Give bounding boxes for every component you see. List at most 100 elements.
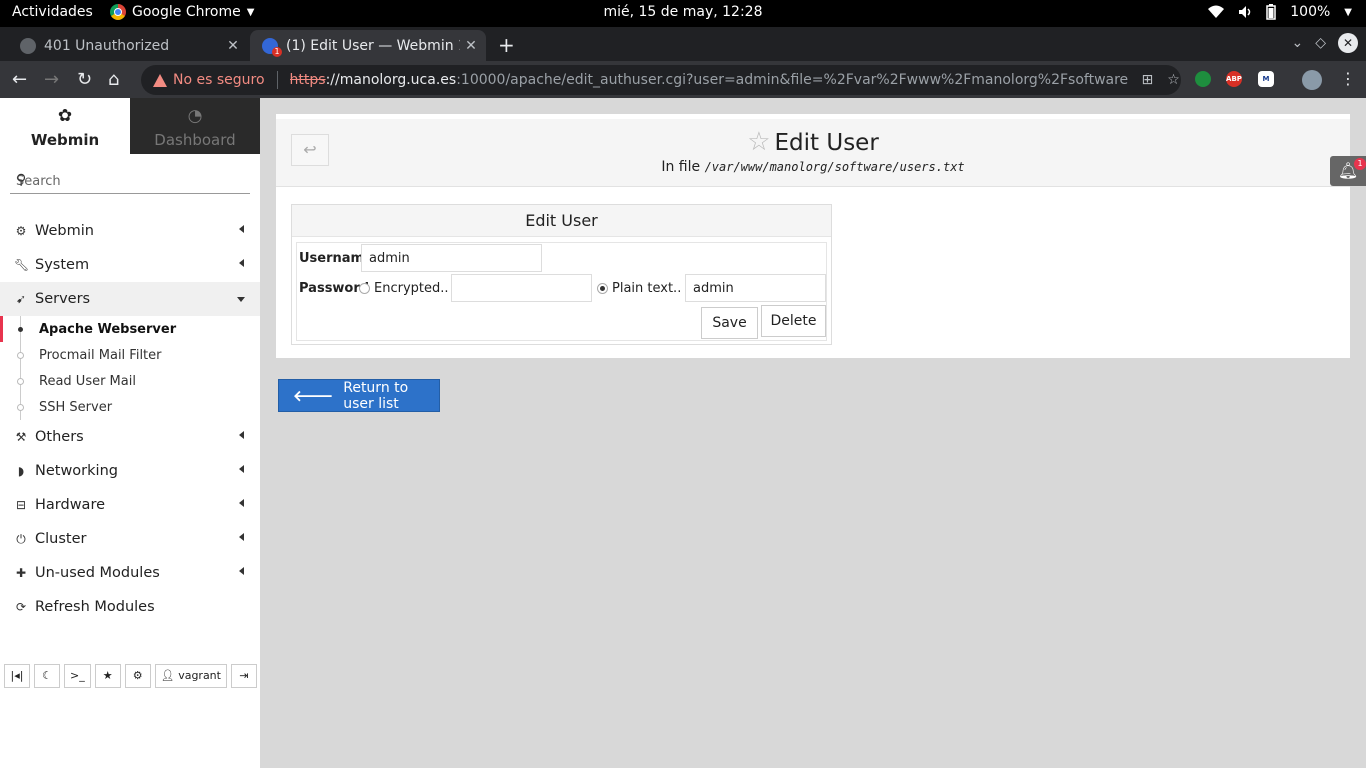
logout-icon[interactable]: ⇥: [230, 664, 257, 688]
night-mode-icon[interactable]: ☾: [34, 664, 60, 688]
page-subtitle: In file /var/www/manolorg/software/users…: [276, 159, 1350, 175]
edit-user-form: Edit User Username admin Password Encryp…: [291, 204, 832, 345]
tab-edit-user[interactable]: (1) Edit User — Webmin 1 ✕: [250, 30, 486, 61]
gear-icon: ⚙: [15, 224, 27, 238]
caret-left-icon: [239, 465, 244, 473]
sidebar-subitem-apache-webserver[interactable]: Apache Webserver: [0, 316, 260, 342]
rocket-icon: ➹: [15, 292, 27, 306]
close-tab-icon[interactable]: ✕: [460, 38, 482, 54]
file-prefix: In file: [661, 159, 701, 175]
search-input[interactable]: Search ⚲: [10, 170, 250, 194]
extension-m-icon[interactable]: M: [1258, 71, 1274, 87]
bookmark-star-icon[interactable]: ☆: [1167, 72, 1180, 88]
tab-label: Dashboard: [154, 131, 236, 149]
close-tab-icon[interactable]: ✕: [222, 38, 244, 54]
sidebar-menu: ⚙ Webmin 🔧︎ System ➹ Servers Apache Webs…: [0, 214, 260, 624]
tab-search-icon[interactable]: ⌄: [1291, 35, 1303, 51]
user-icon: 👤︎: [160, 669, 175, 682]
plain-password-input[interactable]: admin: [685, 274, 826, 302]
translate-icon[interactable]: ⊞: [1142, 72, 1154, 88]
delete-button[interactable]: Delete: [761, 305, 826, 337]
sidebar-item-label: Webmin: [35, 223, 94, 239]
search-icon[interactable]: ⚲: [16, 172, 246, 188]
profile-avatar[interactable]: [1302, 70, 1322, 90]
security-warning[interactable]: No es seguro: [153, 72, 265, 88]
favorites-star-icon[interactable]: ★: [94, 664, 121, 688]
favorite-star-icon[interactable]: ☆: [747, 127, 770, 157]
activities-button[interactable]: Actividades: [12, 4, 93, 20]
new-tab-button[interactable]: +: [498, 33, 515, 57]
caret-left-icon: [239, 431, 244, 439]
arrow-left-icon: 🡐: [293, 387, 334, 405]
adblock-icon[interactable]: ABP: [1226, 71, 1242, 87]
save-button[interactable]: Save: [701, 307, 758, 339]
subitem-label: Procmail Mail Filter: [39, 347, 162, 363]
system-top-bar: Actividades Google Chrome ▼ mié, 15 de m…: [0, 0, 1366, 27]
system-tray[interactable]: 100% ▼: [1208, 4, 1352, 20]
webmin-favicon-icon: [262, 37, 282, 57]
notifications-button[interactable]: 🔔︎ 1: [1330, 156, 1366, 186]
more-menu-icon[interactable]: ⋮: [1340, 69, 1356, 88]
window-close-button[interactable]: ✕: [1338, 33, 1358, 53]
username-input[interactable]: admin: [361, 244, 542, 272]
sidebar-subitem-procmail[interactable]: Procmail Mail Filter: [0, 342, 260, 368]
tab-401-unauthorized[interactable]: 401 Unauthorized ✕: [8, 30, 248, 61]
webmin-sidebar: ✿ Webmin ◔ Dashboard Search ⚲ ⚙ Webmin 🔧…: [0, 98, 260, 768]
form-heading: Edit User: [292, 205, 831, 237]
sidebar-subitem-read-user-mail[interactable]: Read User Mail: [0, 368, 260, 394]
app-menu[interactable]: Google Chrome ▼: [110, 4, 254, 20]
sidebar-tabs: ✿ Webmin ◔ Dashboard: [0, 98, 260, 154]
username-label: vagrant: [178, 669, 221, 682]
reload-icon[interactable]: ↻: [77, 69, 92, 90]
return-to-user-list-button[interactable]: 🡐 Return to user list: [278, 379, 440, 412]
home-icon[interactable]: ⌂: [108, 69, 119, 90]
url-path: :10000/apache/edit_authuser.cgi?user=adm…: [456, 72, 1128, 88]
forward-icon[interactable]: →: [44, 69, 59, 90]
battery-level: 100%: [1290, 4, 1331, 20]
collapse-sidebar-icon[interactable]: |◂|: [4, 664, 30, 688]
sidebar-item-hardware[interactable]: ⊟ Hardware: [0, 488, 260, 522]
encrypted-password-input[interactable]: [451, 274, 592, 302]
address-bar[interactable]: No es seguro https://manolorg.uca.es:100…: [141, 65, 1181, 95]
sidebar-item-networking[interactable]: ◗ Networking: [0, 454, 260, 488]
sidebar-item-label: Hardware: [35, 497, 106, 513]
sidebar-item-cluster[interactable]: ⏻ Cluster: [0, 522, 260, 556]
caret-left-icon: [239, 499, 244, 507]
sidebar-item-unused-modules[interactable]: ✚ Un-used Modules: [0, 556, 260, 590]
tab-webmin[interactable]: ✿ Webmin: [0, 98, 130, 154]
power-icon: ⏻: [16, 531, 26, 546]
terminal-icon[interactable]: >_: [64, 664, 91, 688]
theme-config-icon[interactable]: ⚙: [124, 664, 151, 688]
encrypted-label: Encrypted..: [374, 281, 449, 296]
url-host: ://manolorg.uca.es: [325, 72, 457, 88]
page-title-text: Edit User: [774, 130, 879, 156]
url-scheme: https: [289, 72, 326, 88]
sidebar-footer: |◂| ☾ >_ ★ ⚙ 👤︎ vagrant ⇥: [4, 664, 257, 688]
globe-icon: [20, 37, 36, 54]
shield-icon: ◗: [17, 464, 25, 478]
tab-dashboard[interactable]: ◔ Dashboard: [130, 98, 260, 154]
subitem-label: Apache Webserver: [39, 321, 177, 337]
radio-encrypted[interactable]: [359, 283, 370, 294]
sidebar-item-servers[interactable]: ➹ Servers: [0, 282, 260, 316]
sidebar-subitem-ssh-server[interactable]: SSH Server: [0, 394, 260, 420]
radio-plain-text[interactable]: [597, 283, 608, 294]
chevron-down-icon: ▼: [1344, 6, 1352, 18]
sidebar-item-refresh-modules[interactable]: ⟳ Refresh Modules: [0, 590, 260, 624]
tab-label: Webmin: [30, 131, 100, 149]
bullet-icon: [18, 327, 23, 332]
caret-left-icon: [239, 259, 244, 267]
bullet-icon: [17, 378, 24, 385]
divider: [276, 71, 278, 89]
restore-icon[interactable]: ◇: [1315, 35, 1326, 51]
sidebar-item-webmin[interactable]: ⚙ Webmin: [0, 214, 260, 248]
extension-green-icon[interactable]: [1195, 71, 1211, 87]
wrench-icon: 🔧︎: [14, 258, 30, 272]
sidebar-item-others[interactable]: ⚒ Others: [0, 420, 260, 454]
sidebar-item-system[interactable]: 🔧︎ System: [0, 248, 260, 282]
tab-title: (1) Edit User — Webmin 1: [286, 37, 460, 54]
back-icon[interactable]: ←: [12, 69, 27, 90]
url-text[interactable]: https://manolorg.uca.es:10000/apache/edi…: [290, 72, 1128, 88]
user-button[interactable]: 👤︎ vagrant: [154, 664, 227, 688]
form-body: Username admin Password Encrypted.. Plai…: [296, 242, 827, 341]
